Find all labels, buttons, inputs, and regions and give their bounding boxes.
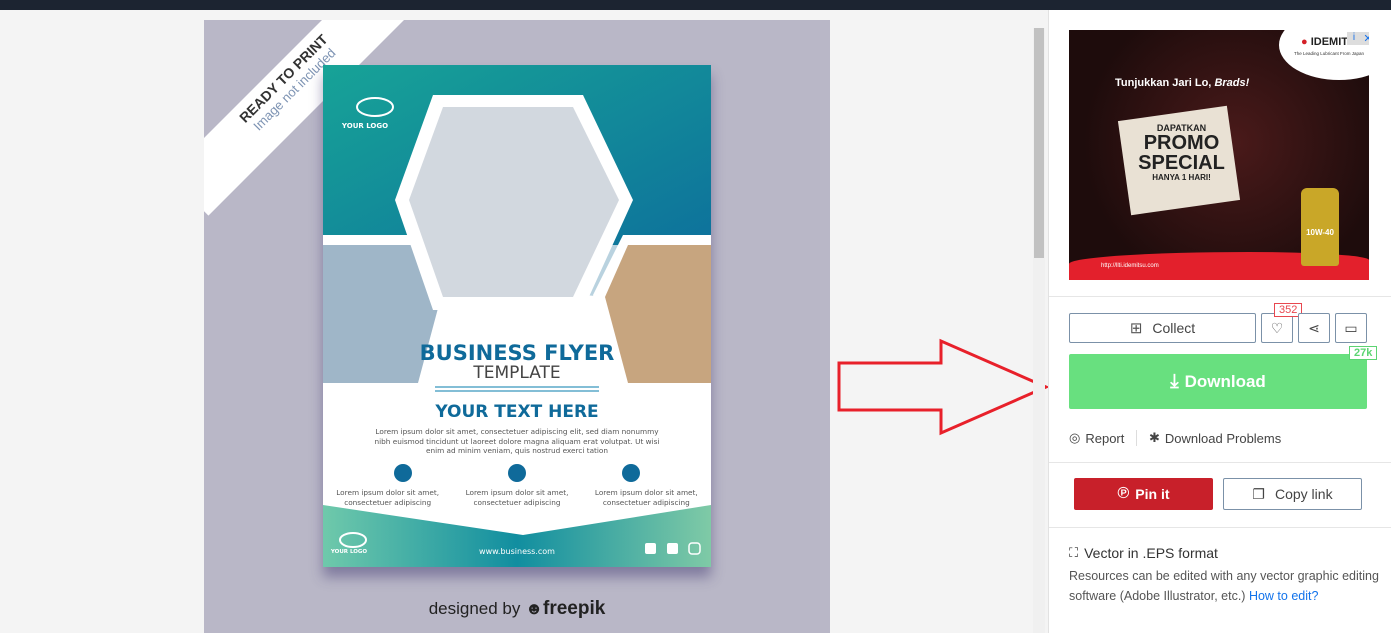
comment-icon: ▭ — [1344, 319, 1358, 336]
right-panel: ● IDEMITSU The Leading Lubricant From Ja… — [1048, 10, 1391, 633]
copy-icon: ❐ — [1252, 485, 1265, 502]
vector-icon: ⛶ — [1069, 545, 1079, 560]
collect-icon: ⊞ — [1129, 320, 1143, 337]
separator — [1136, 430, 1137, 446]
pin-it-button[interactable]: ℗ Pin it — [1074, 478, 1213, 510]
report-link[interactable]: ◎ Report — [1069, 430, 1124, 446]
flyer-feature: Lorem ipsum dolor sit amet, consectetuer … — [594, 488, 698, 507]
bug-icon: ✱ — [1149, 430, 1160, 445]
share-button[interactable]: ⋖ — [1298, 313, 1330, 343]
ad-tagline: The Leading Lubricant From Japan — [1294, 51, 1365, 56]
flyer-subtitle: TEMPLATE — [473, 363, 561, 383]
ad-headline: Tunjukkan Jari Lo, Brads! — [1115, 77, 1250, 89]
flyer-body-line: nibh euismod tincidunt ut laoreet dolore… — [374, 436, 660, 446]
download-icon: ⤓ — [1170, 370, 1179, 392]
format-description: Resources can be edited with any vector … — [1069, 569, 1379, 603]
ad-info-icon[interactable]: i — [1347, 32, 1361, 45]
top-bar — [0, 0, 1391, 10]
collect-button[interactable]: ⊞ Collect — [1069, 313, 1256, 343]
freepik-logo-icon: ☻ — [525, 599, 543, 618]
divider — [1049, 296, 1391, 297]
flyer-image: YOUR LOGO BUSINESS FLYER TEMPLATE YOUR T… — [323, 65, 711, 567]
like-button[interactable]: ♡ — [1261, 313, 1293, 343]
ad-promo: DAPATKAN PROMO SPECIAL HANYA 1 HARI! — [1138, 123, 1225, 182]
designed-by-freepik: designed by ☻freepik — [428, 598, 606, 619]
ad-url: http://llti.idemitsu.com — [1101, 263, 1159, 269]
red-arrow-annotation — [837, 338, 1050, 436]
flyer-feature: Lorem ipsum dolor sit amet, consectetuer … — [465, 488, 569, 507]
how-to-edit-link[interactable]: How to edit? — [1249, 589, 1318, 603]
image-preview[interactable]: READY TO PRINT Image not included YOUR L… — [204, 20, 830, 633]
flyer-body-line: enim ad minim veniam, quis nostrud exerc… — [425, 446, 609, 455]
format-title: ⛶ Vector in .EPS format — [1069, 545, 1218, 561]
flyer-feature: Lorem ipsum dolor sit amet, consectetuer … — [336, 488, 440, 507]
flyer-heading: YOUR TEXT HERE — [435, 402, 599, 422]
pinterest-icon: ℗ — [1117, 485, 1130, 502]
download-problems-link[interactable]: ✱ Download Problems — [1149, 430, 1281, 446]
comment-button[interactable]: ▭ — [1335, 313, 1367, 343]
copy-link-button[interactable]: ❐ Copy link — [1223, 478, 1362, 510]
divider — [1049, 527, 1391, 528]
advertisement-banner[interactable]: ● IDEMITSU The Leading Lubricant From Ja… — [1069, 30, 1369, 280]
flyer-logo-text: YOUR LOGO — [341, 122, 389, 130]
divider — [1049, 462, 1391, 463]
share-icon: ⋖ — [1308, 319, 1320, 336]
scrollbar-thumb[interactable] — [1034, 28, 1044, 258]
flyer-body-line: Lorem ipsum dolor sit amet, consectetuer… — [375, 427, 659, 436]
ad-close-icon[interactable]: ✕ — [1361, 32, 1369, 45]
download-button[interactable]: ⤓ Download — [1069, 354, 1367, 409]
lifebuoy-icon: ◎ — [1069, 430, 1081, 445]
download-count-badge: 27k — [1349, 346, 1378, 360]
ad-product: 10W-40 — [1301, 188, 1339, 266]
heart-icon: ♡ — [1270, 319, 1284, 336]
flyer-title: BUSINESS FLYER — [419, 341, 615, 365]
flyer-website: www.business.com — [479, 547, 555, 556]
